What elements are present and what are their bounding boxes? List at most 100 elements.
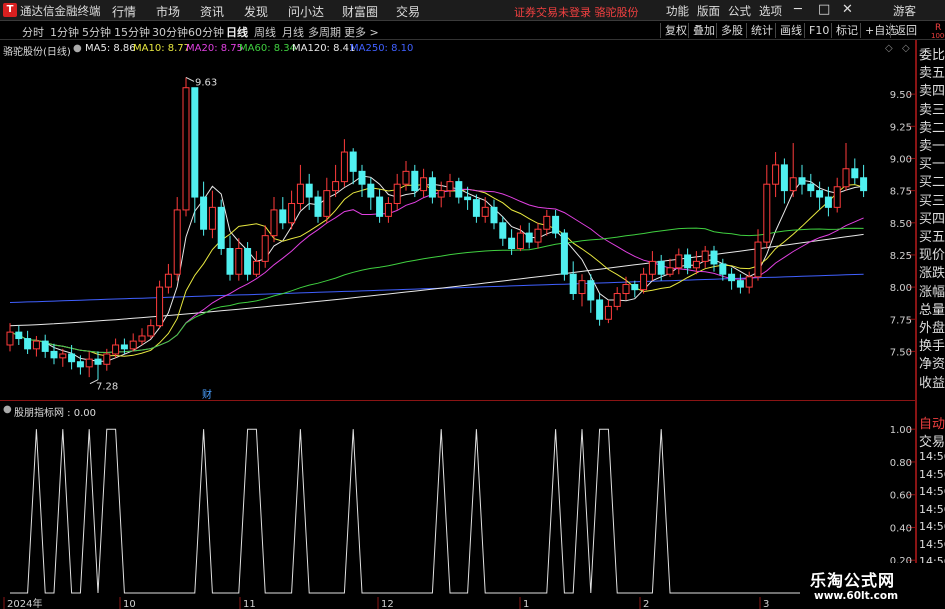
indicator-svg[interactable]: 1.000.800.600.400.20 [0, 401, 916, 598]
back-button[interactable]: 返回 [890, 23, 921, 38]
y-tick-label: 9.25 [890, 122, 912, 133]
period-more[interactable]: 更多 > [344, 24, 379, 40]
ma250-label: MA250: 8.10 [350, 43, 414, 54]
menu-item-market[interactable]: 市场 [156, 3, 180, 20]
period-weekly[interactable]: 周线 [254, 24, 276, 40]
menu-item-discover[interactable]: 发现 [244, 3, 268, 20]
quote-label: 卖五 [919, 66, 945, 82]
candle-up [384, 202, 392, 217]
candle-up [129, 340, 137, 350]
chart-settings-icon[interactable]: ● [73, 43, 82, 54]
candle-down [736, 280, 744, 288]
kline-svg[interactable]: 9.50 9.25 9.00 8.75 8.50 8.25 8.00 7.75 7.50 9.63… [0, 40, 916, 401]
chart-settings-diamond-icon[interactable]: ◇ [902, 43, 910, 54]
period-monthly[interactable]: 月线 [282, 24, 304, 40]
trade-time: 14:56 [919, 537, 945, 551]
candle-down [428, 177, 436, 198]
candle-up [288, 202, 296, 224]
candle-down [684, 254, 692, 269]
panel-trade-label[interactable]: 交易 [919, 431, 945, 450]
period-60min[interactable]: 60分钟 [188, 24, 224, 40]
period-timeshare[interactable]: 分时 [22, 24, 44, 40]
menu-layout[interactable]: 版面 [697, 3, 720, 19]
indicator-line [10, 428, 864, 594]
quote-label: 卖三 [919, 102, 945, 118]
maximize-icon[interactable]: □ [818, 2, 830, 17]
period-15min[interactable]: 15分钟 [114, 24, 150, 40]
candle-down [120, 344, 128, 350]
candle-down [76, 361, 84, 368]
chart-diamond-icon[interactable]: ◇ [885, 43, 893, 54]
trade-time: 14:56 [919, 467, 945, 481]
candle-down [367, 183, 375, 198]
chart-title: 骆驼股份(日线) [3, 47, 71, 58]
candle-up [147, 325, 155, 337]
candle-up [323, 190, 331, 217]
guest-user[interactable]: 游客 [893, 3, 916, 19]
menu-item-wealth-circle[interactable]: 财富圈 [342, 3, 378, 20]
low-label: 7.28 [96, 382, 118, 393]
candle-down [15, 331, 23, 340]
overlay-button[interactable]: 叠加 [688, 23, 719, 38]
kline-chart[interactable]: 9.50 9.25 9.00 8.75 8.50 8.25 8.00 7.75 7.50 9.63… [0, 40, 916, 401]
candle-down [569, 273, 577, 295]
candle-down [525, 232, 533, 243]
menu-options[interactable]: 选项 [759, 3, 782, 19]
multi-stock-button[interactable]: 多股 [716, 23, 747, 38]
quote-label: 卖一 [919, 139, 945, 154]
candle-down [349, 151, 357, 172]
trade-time: 14:56 [919, 520, 945, 533]
quote-label: 现价 [919, 248, 945, 264]
indicator-chart[interactable]: 1.00 0.80 0.60 0.40 0.20 ● 股朋指标网 : 0.00 [0, 400, 916, 598]
period-multi[interactable]: 多周期 [308, 24, 341, 40]
candle-up [156, 286, 164, 327]
mark-button[interactable]: 标记 [831, 23, 862, 38]
menu-item-quotes[interactable]: 行情 [112, 3, 136, 20]
menu-item-ask-xiaoda[interactable]: 问小达 [288, 3, 324, 20]
candle-down [499, 222, 507, 239]
candle-down [464, 196, 472, 201]
y-tick-label: 8.25 [890, 251, 912, 262]
candle-up [745, 276, 753, 288]
period-30min[interactable]: 30分钟 [152, 24, 188, 40]
quote-label: 换手 [919, 339, 945, 355]
menu-formula[interactable]: 公式 [728, 3, 751, 19]
panel-auto-label[interactable]: 自动 [919, 413, 945, 432]
adjust-button[interactable]: 复权 [660, 23, 691, 38]
indicator-title: 股朋指标网 : 0.00 [14, 408, 96, 419]
app-logo-icon: T [3, 3, 17, 17]
candle-down [816, 190, 824, 198]
title-bar: T 通达信金融终端 行情 市场 资讯 发现 问小达 财富圈 交易 证券交易未登录… [0, 0, 945, 21]
quote-label: 涨幅 [919, 284, 945, 300]
minimize-icon[interactable]: ─ [794, 2, 802, 17]
candle-down [24, 338, 32, 350]
menu-function[interactable]: 功能 [666, 3, 689, 19]
candle-down [200, 196, 208, 230]
f10-button[interactable]: F10 [804, 23, 833, 38]
candle-up [640, 273, 648, 291]
watermark: 乐淘公式网 www.60lt.com [800, 563, 945, 609]
statistics-button[interactable]: 统计 [746, 23, 777, 38]
close-icon[interactable]: ✕ [842, 2, 853, 17]
trade-time: 14:56 [919, 485, 945, 498]
x-tick-label: 1 [523, 599, 529, 609]
candle-up [332, 181, 340, 192]
watermark-url: www.60lt.com [814, 590, 899, 602]
menu-item-trade[interactable]: 交易 [396, 3, 420, 20]
candle-down [710, 250, 718, 265]
candle-down [455, 181, 463, 198]
period-daily[interactable]: 日线 [226, 24, 248, 40]
period-1min[interactable]: 1分钟 [50, 24, 79, 40]
draw-line-button[interactable]: 画线 [775, 23, 806, 38]
y-tick-label: 8.50 [890, 219, 912, 230]
indicator-settings-icon[interactable]: ● [3, 404, 12, 415]
candle-up [604, 305, 612, 320]
candle-up [613, 293, 621, 307]
period-5min[interactable]: 5分钟 [82, 24, 111, 40]
login-status: 证券交易未登录 骆驼股份 [514, 6, 639, 19]
candle-up [437, 190, 445, 198]
ma120-label: MA120: 8.41 [292, 43, 356, 54]
menu-item-news[interactable]: 资讯 [200, 3, 224, 20]
date-axis: 2024年 10 11 12 1 2 3 [0, 597, 916, 609]
candle-down [314, 196, 322, 217]
